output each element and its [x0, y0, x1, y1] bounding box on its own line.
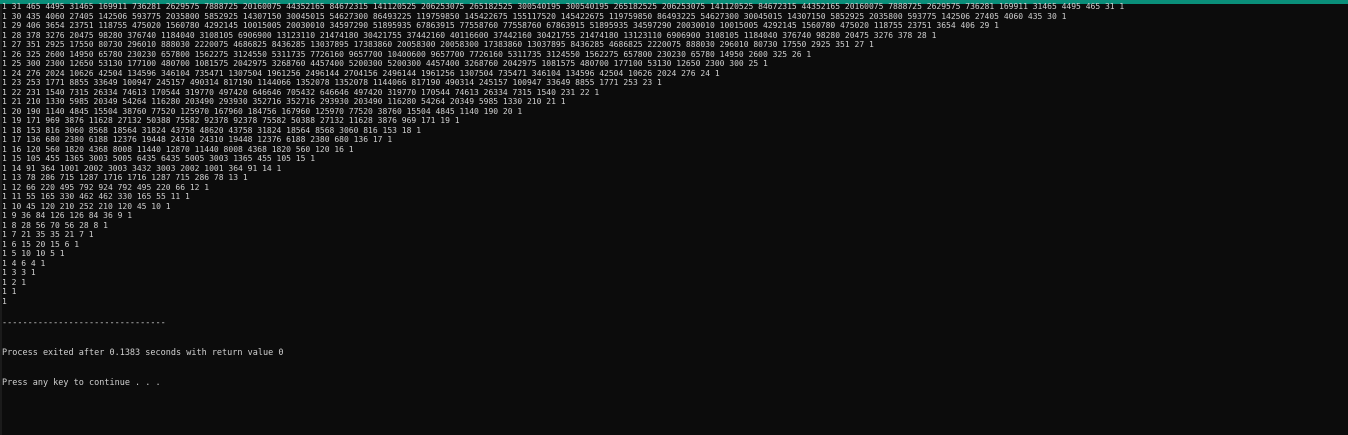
output-row: 1 15 105 455 1365 3003 5005 6435 6435 50…	[2, 154, 316, 163]
output-row: 1 30 435 4060 27405 142506 593775 203580…	[2, 11, 1067, 21]
output-row: 1 2 1	[2, 277, 27, 287]
output-row: 1 11 55 165 330 462 462 330 165 55 11 1	[2, 192, 190, 201]
output-row: 1 27 351 2925 17550 80730 296010 888030 …	[2, 40, 874, 49]
continue-prompt: Press any key to continue . . .	[2, 378, 161, 388]
console-scrollbar[interactable]	[1334, 4, 1348, 435]
output-row: 1 7 21 35 35 21 7 1	[2, 230, 94, 239]
output-row: 1 24 276 2024 10626 42504 134596 346104 …	[2, 68, 720, 78]
output-row: 1 8 28 56 70 56 28 8 1	[2, 220, 108, 230]
output-row: 1 18 153 816 3060 8568 18564 31824 43758…	[2, 125, 422, 135]
output-row: 1 9 36 84 126 126 84 36 9 1	[2, 211, 133, 220]
output-row: 1 14 91 364 1001 2002 3003 3432 3003 200…	[2, 163, 282, 173]
output-row: 1 4 6 4 1	[2, 258, 46, 268]
output-row: 1 17 136 680 2380 6188 12376 19448 24310…	[2, 135, 393, 144]
output-row: 1 12 66 220 495 792 924 792 495 220 66 1…	[2, 182, 210, 192]
output-row: 1 5 10 10 5 1	[2, 249, 65, 258]
output-row: 1 16 120 560 1820 4368 8008 11440 12870 …	[2, 144, 354, 154]
output-row: 1 6 15 20 15 6 1	[2, 239, 80, 249]
output-row: 1 31 465 4495 31465 169911 736281 262957…	[2, 2, 1125, 11]
output-row: 1 20 190 1140 4845 15504 38760 77520 125…	[2, 106, 523, 116]
output-row: 1 28 378 3276 20475 98280 376740 1184040…	[2, 30, 937, 40]
output-row: 1 1	[2, 287, 17, 296]
output-row: 1 25 300 2300 12650 53130 177100 480700 …	[2, 59, 768, 68]
output-row: 1 19 171 969 3876 11628 27132 50388 7558…	[2, 116, 460, 125]
output-row: 1 10 45 120 210 252 210 120 45 10 1	[2, 201, 171, 211]
console-footer: -------------------------------- Process…	[2, 298, 283, 408]
output-row: 1 13 78 286 715 1287 1716 1716 1287 715 …	[2, 173, 248, 182]
output-row: 1 29 406 3654 23751 118755 475020 156078…	[2, 21, 999, 30]
console-output: 1 31 465 4495 31465 169911 736281 262957…	[2, 2, 1328, 306]
exit-message: Process exited after 0.1383 seconds with…	[2, 348, 284, 358]
output-row: 1 3 3 1	[2, 268, 36, 277]
output-row: 1 22 231 1540 7315 26334 74613 170544 31…	[2, 87, 600, 97]
console-window[interactable]: 1 31 465 4495 31465 169911 736281 262957…	[0, 0, 1348, 435]
output-row: 1 26 325 2600 14950 65780 230230 657800 …	[2, 49, 812, 59]
output-row: 1 21 210 1330 5985 20349 54264 116280 20…	[2, 97, 566, 106]
output-row: 1 23 253 1771 8855 33649 100947 245157 4…	[2, 78, 662, 87]
separator-line: --------------------------------	[2, 318, 166, 328]
